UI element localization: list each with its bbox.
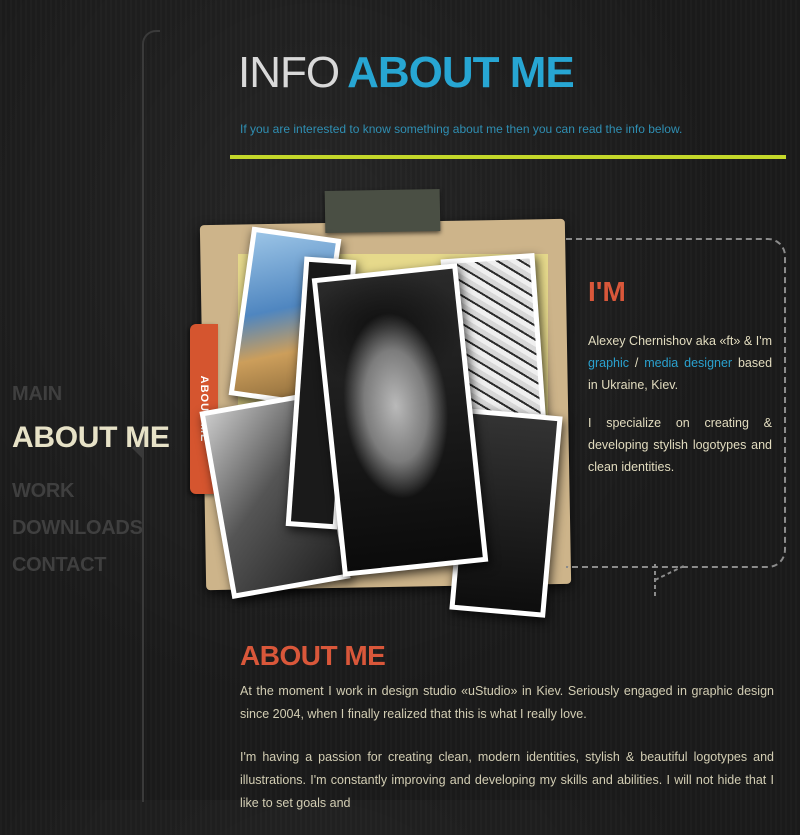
page-title-light: INFO bbox=[238, 48, 340, 97]
nav-item-downloads[interactable]: DOWNLOADS bbox=[12, 510, 170, 547]
intro-text: Alexey Chernishov aka «ft» & I'm graphic… bbox=[588, 330, 772, 494]
about-section-title: ABOUT ME bbox=[240, 640, 386, 671]
intro-slash: / bbox=[629, 356, 645, 370]
page-title: INFO ABOUT ME bbox=[238, 48, 575, 98]
intro-title: I'M bbox=[588, 276, 626, 307]
page-title-accent: ABOUT ME bbox=[347, 48, 575, 97]
media-designer-link[interactable]: media designer bbox=[644, 356, 732, 370]
about-paragraph-2: I'm having a passion for creating clean,… bbox=[240, 750, 774, 810]
tape-strip bbox=[324, 188, 441, 234]
graphic-link[interactable]: graphic bbox=[588, 356, 629, 370]
intro-paragraph-2: I specialize on creating & developing st… bbox=[588, 416, 772, 474]
about-paragraph-1: At the moment I work in design studio «u… bbox=[240, 684, 774, 721]
about-section-body: At the moment I work in design studio «u… bbox=[240, 680, 774, 835]
nav-item-about-me[interactable]: ABOUT ME bbox=[12, 419, 170, 457]
nav-item-contact[interactable]: CONTACT bbox=[12, 547, 170, 584]
header-divider bbox=[230, 155, 786, 159]
main-nav: MAIN ABOUT ME WORK DOWNLOADS CONTACT bbox=[12, 376, 170, 584]
page-subtitle: If you are interested to know something … bbox=[240, 122, 683, 136]
nav-item-main[interactable]: MAIN bbox=[12, 376, 170, 413]
nav-item-work[interactable]: WORK bbox=[12, 473, 170, 510]
portrait-photo bbox=[311, 263, 489, 577]
intro-line1-prefix: Alexey Chernishov aka «ft» & I'm bbox=[588, 334, 772, 348]
